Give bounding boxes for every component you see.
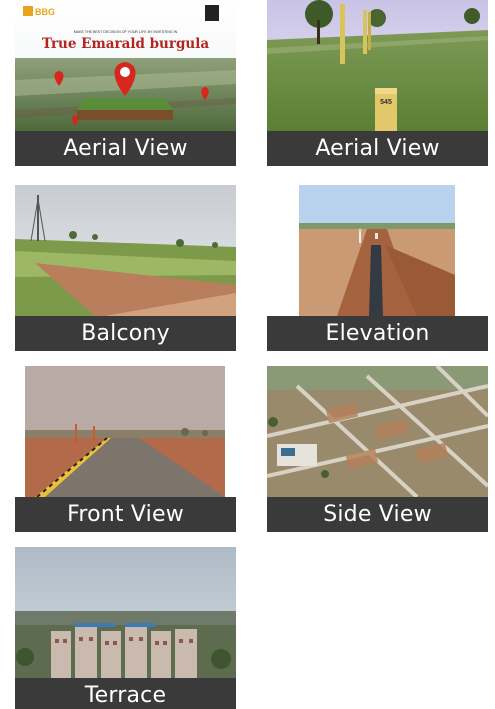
open-plot-land-image[interactable]	[15, 185, 236, 316]
brochure-tagline: MAKE THE BEST DECISION OF YOUR LIFE BY I…	[74, 30, 178, 34]
gallery-tile-aerial-view-1[interactable]: BBG MAKE THE BEST DECISION OF YOUR LIFE …	[15, 0, 236, 166]
tile-caption: Front View	[15, 497, 236, 532]
gallery-tile-aerial-view-2[interactable]: 545 Aerial View	[267, 0, 488, 166]
tile-caption: Terrace	[15, 678, 236, 709]
tile-caption: Balcony	[15, 316, 236, 351]
gallery-tile-balcony[interactable]: Balcony	[15, 185, 236, 351]
plot-number-label: 545	[380, 99, 392, 106]
partner-logo-icon	[205, 5, 219, 21]
pipeline-trench-image[interactable]	[267, 185, 488, 316]
gallery-tile-terrace[interactable]: Terrace	[15, 547, 236, 709]
tile-caption: Aerial View	[15, 131, 236, 166]
gallery-tile-side-view[interactable]: Side View	[267, 366, 488, 532]
tile-caption: Side View	[267, 497, 488, 532]
tile-caption: Elevation	[267, 316, 488, 351]
brochure-aerial-image[interactable]: BBG MAKE THE BEST DECISION OF YOUR LIFE …	[15, 0, 236, 131]
layout-drone-image[interactable]	[267, 366, 488, 497]
brand-name: BBG	[35, 7, 55, 17]
brochure-title: True Emarald burgula	[42, 36, 209, 52]
gallery-tile-elevation[interactable]: Elevation	[267, 185, 488, 351]
entrance-road-image[interactable]	[15, 366, 236, 497]
field-boundary-stone-image[interactable]: 545	[267, 0, 488, 131]
city-buildings-image[interactable]	[15, 547, 236, 678]
gallery-tile-front-view[interactable]: Front View	[15, 366, 236, 532]
brand-logo-icon	[23, 6, 33, 16]
tile-caption: Aerial View	[267, 131, 488, 166]
